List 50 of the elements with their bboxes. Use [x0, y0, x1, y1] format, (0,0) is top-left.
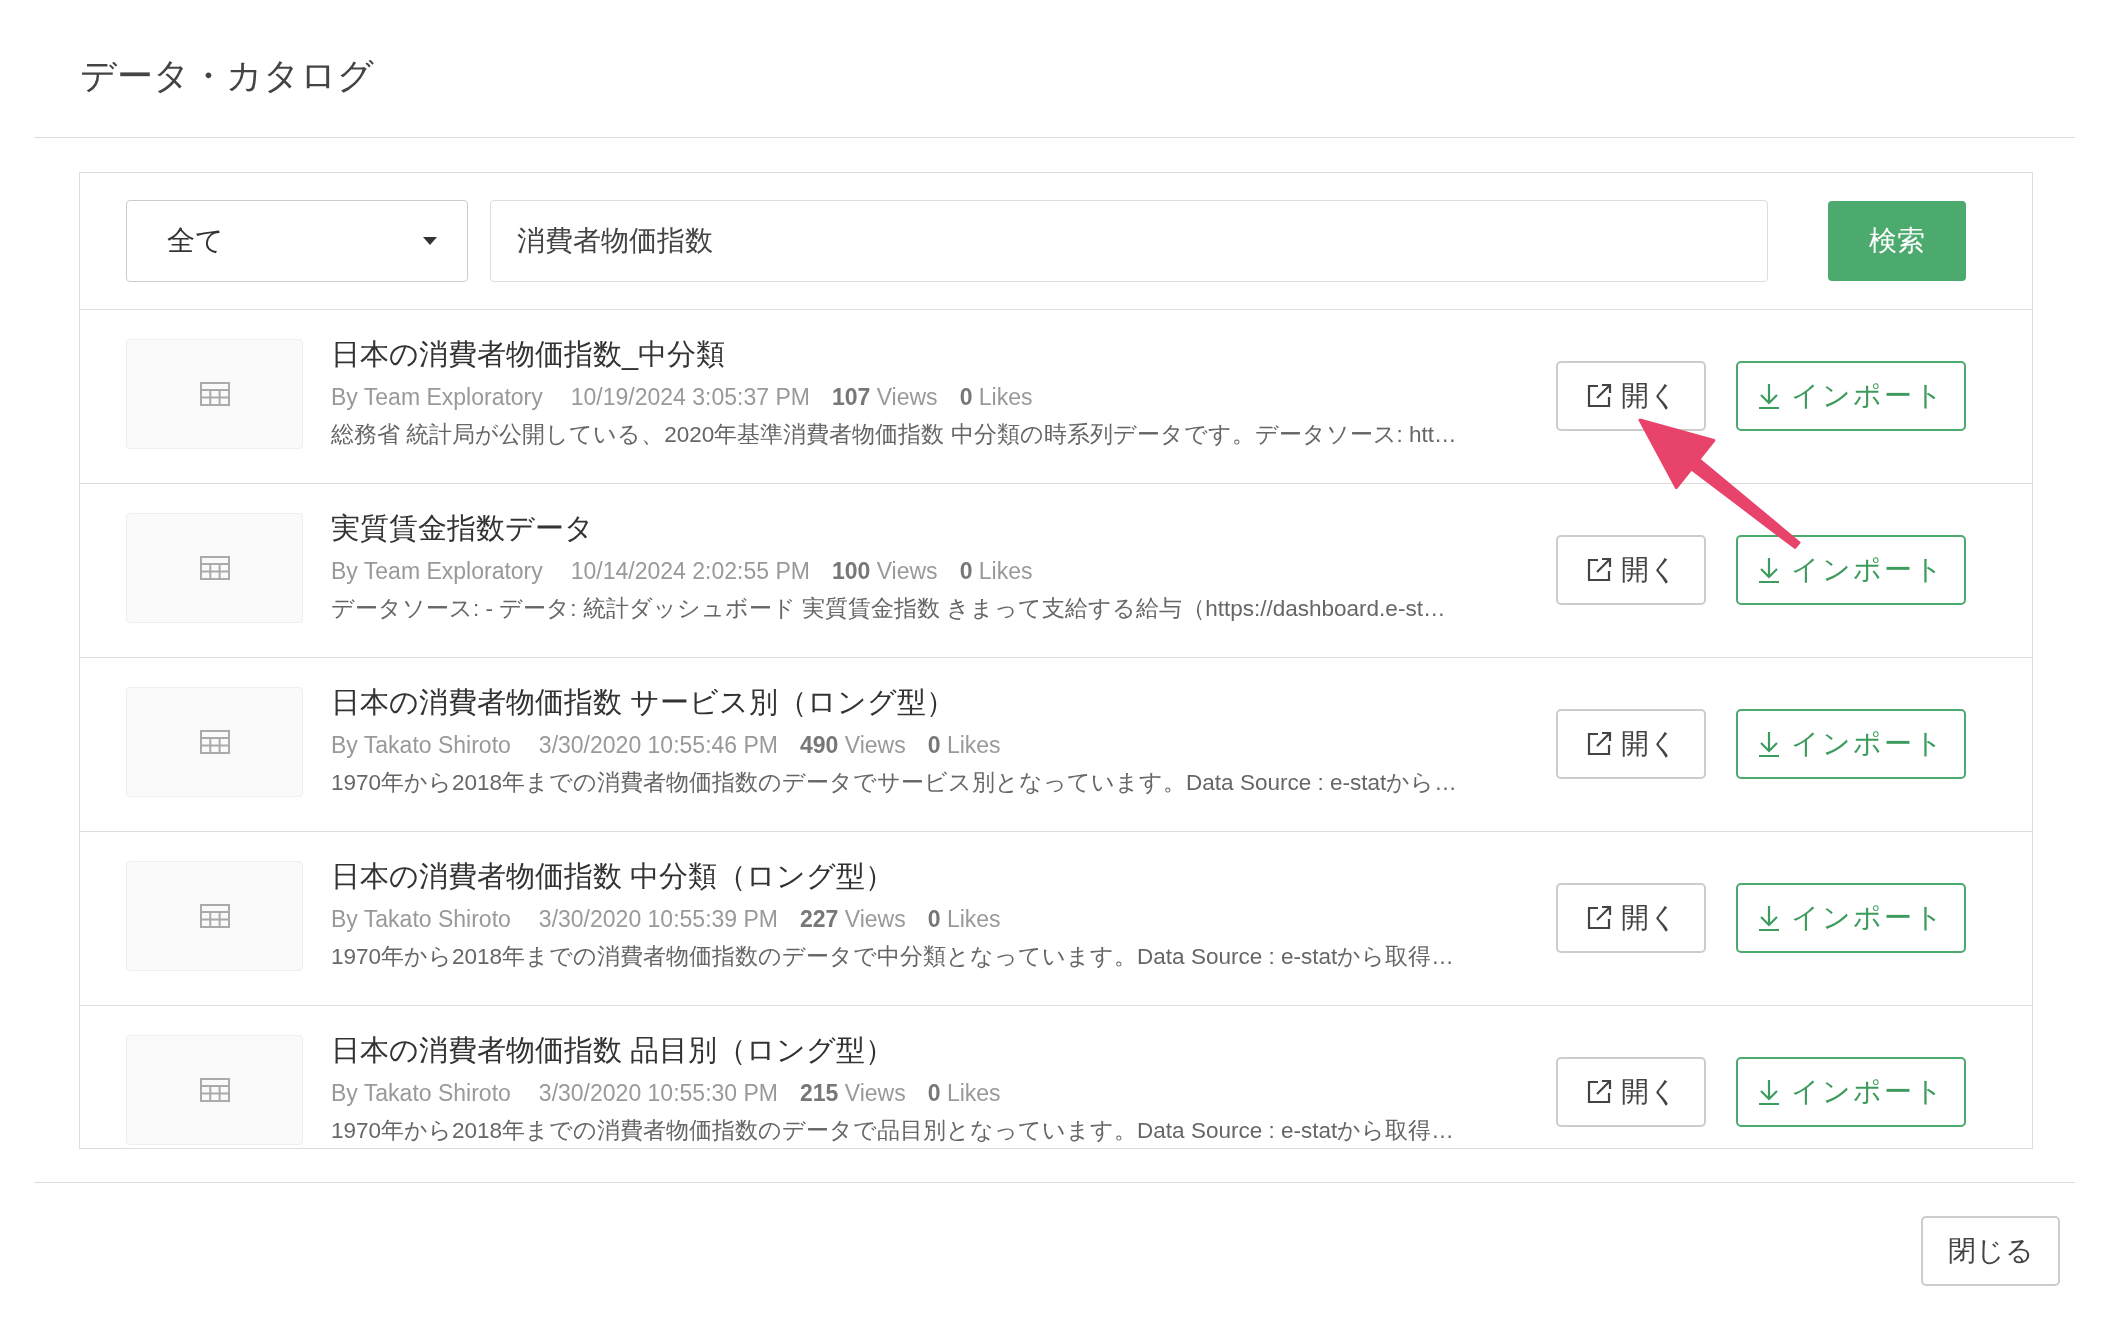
- download-icon: [1757, 730, 1781, 758]
- table-icon: [199, 1078, 230, 1102]
- date-text: 10/14/2024 2:02:55 PM: [570, 557, 810, 586]
- search-field[interactable]: 消費者物価指数: [490, 200, 1768, 282]
- table-icon: [199, 730, 230, 754]
- dataset-title[interactable]: 日本の消費者物価指数 品目別（ロング型）: [331, 1030, 1556, 1070]
- dataset-description: 1970年から2018年までの消費者物価指数のデータで品目別となっています。Data Source : e-statから取得…: [331, 1117, 1455, 1145]
- likes-count: 0 Likes: [927, 731, 1001, 760]
- dataset-description: データソース: - データ: 統計ダッシュボード 実質賃金指数 きまって支給する給与（https://dashboard.e-st…: [331, 595, 1447, 623]
- close-button[interactable]: 閉じる: [1921, 1216, 2060, 1286]
- author-text: By Takato Shiroto: [331, 1079, 511, 1108]
- download-icon: [1757, 382, 1781, 410]
- table-icon: [199, 382, 230, 406]
- views-count: 107 Views: [831, 383, 938, 412]
- views-count: 490 Views: [800, 731, 906, 760]
- dataset-title[interactable]: 日本の消費者物価指数 中分類（ロング型）: [331, 856, 1556, 896]
- likes-count: 0 Likes: [959, 557, 1033, 586]
- table-icon: [199, 904, 230, 928]
- author-text: By Takato Shiroto: [331, 731, 511, 760]
- open-button[interactable]: 開く: [1556, 535, 1706, 605]
- likes-count: 0 Likes: [927, 905, 1001, 934]
- open-button[interactable]: 開く: [1556, 883, 1706, 953]
- open-button[interactable]: 開く: [1556, 1057, 1706, 1127]
- dataset-description: 1970年から2018年までの消費者物価指数のデータで中分類となっています。Data Source : e-statから取得…: [331, 943, 1455, 971]
- dialog-title: データ・カタログ: [80, 54, 374, 98]
- caret-icon: [423, 237, 437, 245]
- download-icon: [1757, 1078, 1781, 1106]
- category-dropdown[interactable]: 全て: [126, 200, 468, 282]
- likes-count: 0 Likes: [927, 1079, 1001, 1108]
- date-text: 3/30/2020 10:55:46 PM: [538, 731, 778, 760]
- table-icon: [199, 556, 230, 580]
- open-button[interactable]: 開く: [1556, 709, 1706, 779]
- date-text: 3/30/2020 10:55:39 PM: [538, 905, 778, 934]
- download-icon: [1757, 904, 1781, 932]
- download-icon: [1757, 556, 1781, 584]
- author-text: By Team Exploratory: [331, 557, 543, 586]
- likes-count: 0 Likes: [959, 383, 1033, 412]
- dataset-title[interactable]: 日本の消費者物価指数_中分類: [331, 334, 1556, 374]
- date-text: 10/19/2024 3:05:37 PM: [570, 383, 810, 412]
- views-count: 100 Views: [831, 557, 938, 586]
- author-text: By Team Exploratory: [331, 383, 543, 412]
- open-button[interactable]: 開く: [1556, 361, 1706, 431]
- dataset-title[interactable]: 日本の消費者物価指数 サービス別（ロング型）: [331, 682, 1556, 722]
- views-count: 215 Views: [800, 1079, 906, 1108]
- dataset-description: 総務省 統計局が公開している、2020年基準消費者物価指数 中分類の時系列データです。データソース: htt…: [331, 421, 1458, 449]
- author-text: By Takato Shiroto: [331, 905, 511, 934]
- dataset-title[interactable]: 実質賃金指数データ: [331, 508, 1556, 548]
- dataset-description: 1970年から2018年までの消費者物価指数のデータでサービス別となっています。Data Source : e-statから…: [331, 769, 1458, 797]
- views-count: 227 Views: [800, 905, 906, 934]
- date-text: 3/30/2020 10:55:30 PM: [538, 1079, 778, 1108]
